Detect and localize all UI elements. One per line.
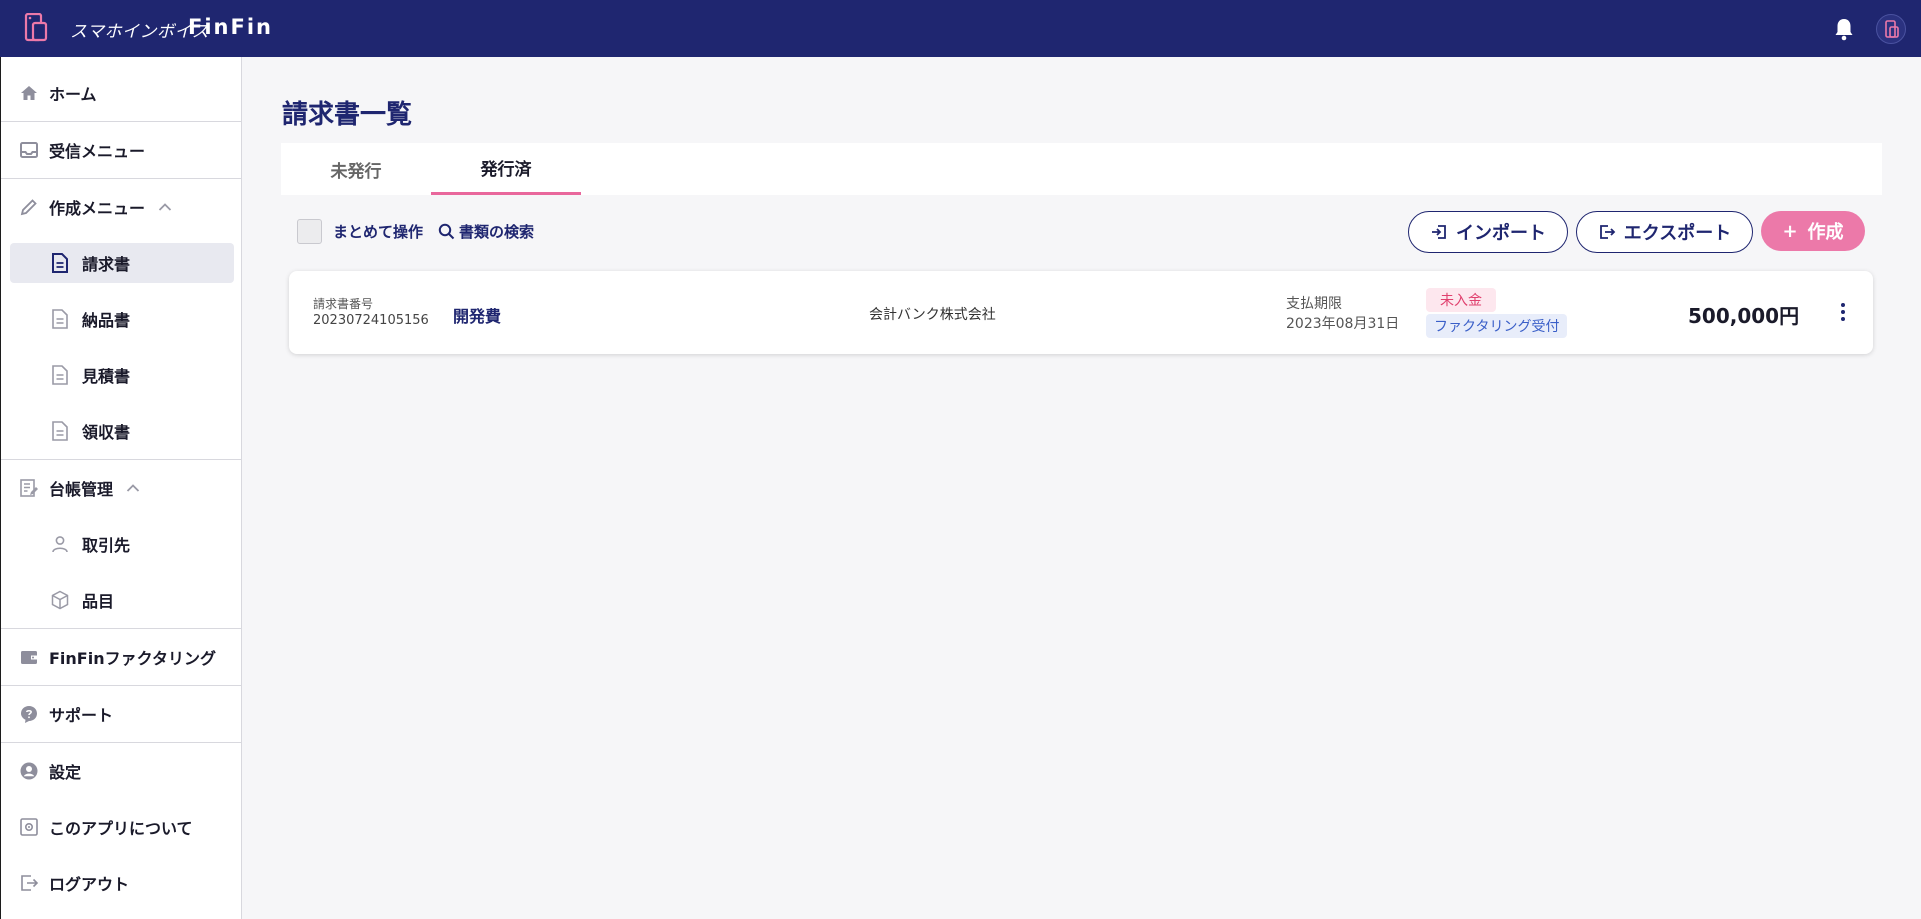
bulk-select-checkbox[interactable] xyxy=(297,219,322,244)
more-options-icon[interactable] xyxy=(1839,301,1847,323)
wallet-icon xyxy=(21,651,37,664)
import-button[interactable]: インポート xyxy=(1408,211,1568,253)
page-title: 請求書一覧 xyxy=(282,100,413,130)
help-icon xyxy=(21,706,37,723)
sidebar-item-create-menu[interactable]: 作成メニュー xyxy=(1,179,242,235)
sidebar-item-label: 受信メニュー xyxy=(49,142,146,161)
sidebar-item-products[interactable]: 品目 xyxy=(10,580,234,620)
sidebar: ホーム 受信メニュー 作成メニュー 請求書 納品書 見積書 領収書 台帳管理 取… xyxy=(0,57,242,919)
person-icon xyxy=(52,536,68,553)
due-date: 2023年08月31日 xyxy=(1286,316,1400,332)
sidebar-item-label: 見積書 xyxy=(82,367,131,386)
sidebar-item-settings[interactable]: 設定 xyxy=(1,743,242,799)
sidebar-item-label: 領収書 xyxy=(82,423,131,442)
sidebar-item-receipt[interactable]: 領収書 xyxy=(10,411,234,451)
user-avatar[interactable] xyxy=(1876,14,1906,44)
sidebar-item-invoice[interactable]: 請求書 xyxy=(10,243,234,283)
document-search-link[interactable]: 書類の検索 xyxy=(438,221,534,242)
sidebar-item-label: FinFinファクタリング xyxy=(49,649,216,668)
tab-bar: 未発行 発行済 xyxy=(281,143,1882,195)
inbox-icon xyxy=(20,142,38,158)
due-date-label: 支払期限 xyxy=(1286,296,1342,312)
sidebar-item-label: ログアウト xyxy=(49,875,130,894)
sidebar-item-ledger[interactable]: 台帳管理 xyxy=(1,460,242,516)
status-badge-factoring: ファクタリング受付 xyxy=(1426,314,1568,338)
sidebar-item-estimate[interactable]: 見積書 xyxy=(10,355,234,395)
document-icon xyxy=(52,365,68,385)
export-label: エクスポート xyxy=(1623,223,1732,244)
pencil-icon xyxy=(20,199,37,216)
export-button[interactable]: エクスポート xyxy=(1576,211,1753,253)
app-header: スマホインボイス FinFin xyxy=(0,0,1921,57)
notification-bell-icon[interactable] xyxy=(1832,16,1856,42)
app-logo-icon[interactable] xyxy=(24,13,50,44)
document-icon xyxy=(52,421,68,441)
sidebar-item-label: 作成メニュー xyxy=(49,199,146,218)
search-icon xyxy=(438,223,455,240)
sidebar-item-label: このアプリについて xyxy=(49,819,193,838)
invoice-client: 会計バンク株式会社 xyxy=(869,307,996,323)
chevron-up-icon[interactable] xyxy=(126,483,140,493)
sidebar-item-label: 取引先 xyxy=(82,536,131,555)
plus-icon: + xyxy=(1782,220,1798,242)
chevron-up-icon[interactable] xyxy=(158,202,172,212)
sidebar-item-inbox[interactable]: 受信メニュー xyxy=(1,122,242,178)
search-label: 書類の検索 xyxy=(459,223,535,241)
cube-icon xyxy=(51,590,69,610)
sidebar-item-label: 品目 xyxy=(82,592,115,611)
sidebar-item-label: 台帳管理 xyxy=(49,480,114,499)
invoice-number-label: 請求書番号 xyxy=(313,297,374,311)
sidebar-item-factoring[interactable]: FinFinファクタリング xyxy=(1,629,242,685)
sidebar-item-home[interactable]: ホーム xyxy=(1,65,242,121)
brand-name-en: FinFin xyxy=(188,15,273,39)
document-icon xyxy=(52,309,68,329)
sidebar-item-label: サポート xyxy=(49,706,114,725)
invoice-list-item[interactable]: 請求書番号 20230724105156 開発費 会計バンク株式会社 支払期限 … xyxy=(289,271,1873,354)
sidebar-item-label: 請求書 xyxy=(82,255,131,274)
sidebar-item-label: ホーム xyxy=(49,85,97,104)
tab-unissued[interactable]: 未発行 xyxy=(281,143,431,195)
ledger-icon xyxy=(20,479,38,497)
app-settings-icon xyxy=(20,818,38,836)
sidebar-item-label: 納品書 xyxy=(82,311,131,330)
sidebar-item-clients[interactable]: 取引先 xyxy=(10,524,234,564)
home-icon xyxy=(21,86,37,100)
export-icon xyxy=(1599,225,1616,239)
import-icon xyxy=(1432,225,1446,239)
invoice-number: 20230724105156 xyxy=(313,313,429,328)
invoice-subject[interactable]: 開発費 xyxy=(453,303,501,327)
tab-issued[interactable]: 発行済 xyxy=(431,143,581,195)
invoice-amount: 500,000円 xyxy=(1688,304,1800,328)
account-circle-icon xyxy=(20,762,38,780)
create-button[interactable]: + 作成 xyxy=(1761,211,1865,251)
import-label: インポート xyxy=(1456,223,1546,244)
sidebar-item-label: 設定 xyxy=(49,763,82,782)
sidebar-item-support[interactable]: サポート xyxy=(1,686,242,742)
sidebar-item-delivery-note[interactable]: 納品書 xyxy=(10,299,234,339)
status-badge-unpaid: 未入金 xyxy=(1426,288,1496,312)
create-label: 作成 xyxy=(1807,222,1844,243)
sidebar-item-logout[interactable]: ログアウト xyxy=(1,855,242,911)
bulk-action-label[interactable]: まとめて操作 xyxy=(333,221,423,242)
sidebar-item-about[interactable]: このアプリについて xyxy=(1,799,242,855)
logout-icon xyxy=(21,875,39,891)
avatar-logo-icon xyxy=(1885,20,1899,38)
document-icon xyxy=(52,253,68,273)
